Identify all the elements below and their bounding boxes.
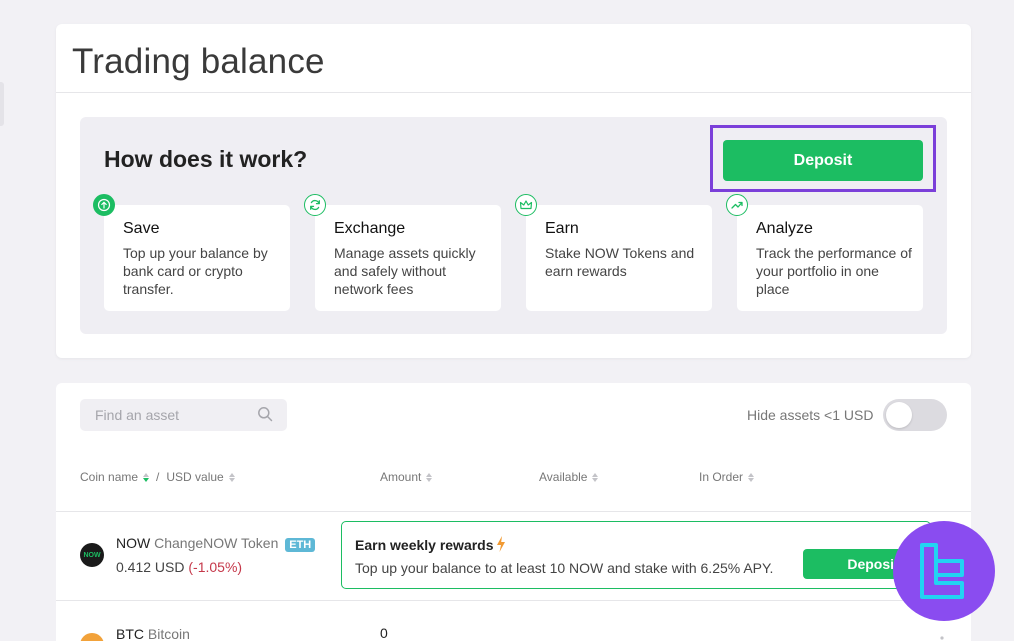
coin-ticker: NOW: [116, 535, 151, 551]
coin-logo-now: NOW: [80, 543, 104, 567]
page-title: Trading balance: [72, 42, 325, 81]
arrow-up-circle-icon: [93, 194, 115, 216]
trend-up-icon: [726, 194, 748, 216]
feature-title: Earn: [545, 220, 579, 237]
hide-small-assets-toggle[interactable]: [883, 399, 947, 431]
network-badge: ETH: [285, 538, 316, 552]
more-options-icon[interactable]: [940, 636, 944, 641]
feature-desc: Manage assets quickly and safely without…: [334, 245, 476, 297]
brand-logo-icon: [920, 543, 964, 599]
coin-name: BTC Bitcoin: [116, 626, 190, 641]
sort-icon[interactable]: [143, 472, 150, 482]
sort-icon: [592, 472, 599, 482]
column-header-amount[interactable]: Amount: [380, 470, 433, 484]
column-header-available[interactable]: Available: [539, 470, 599, 484]
feature-desc: Stake NOW Tokens and earn rewards: [545, 245, 695, 279]
header-divider: [56, 511, 971, 512]
toggle-knob: [886, 402, 912, 428]
sort-icon: [748, 472, 755, 482]
earn-rewards-promo: Earn weekly rewards Top up your balance …: [341, 521, 943, 589]
search-icon[interactable]: [257, 406, 273, 422]
deposit-button[interactable]: Deposit: [723, 140, 923, 181]
column-separator: /: [156, 470, 160, 484]
feature-card-analyze: Analyze Track the performance of your po…: [726, 194, 923, 311]
how-it-works-panel: How does it work? Deposit Save Top up yo…: [80, 117, 947, 334]
feature-desc: Track the performance of your portfolio …: [756, 245, 912, 297]
how-it-works-title: How does it work?: [104, 146, 308, 172]
feature-card-save: Save Top up your balance by bank card or…: [93, 194, 290, 311]
feature-title: Save: [123, 220, 160, 237]
side-edge-tab[interactable]: [0, 82, 4, 126]
column-in-order: In Order: [699, 470, 744, 484]
lightning-icon: [497, 536, 505, 552]
feature-title: Exchange: [334, 220, 406, 237]
asset-search-input[interactable]: [80, 399, 287, 431]
sort-icon[interactable]: [228, 472, 235, 482]
coin-ticker: BTC: [116, 626, 144, 641]
promo-desc: Top up your balance to at least 10 NOW a…: [355, 560, 774, 576]
trading-balance-card: Trading balance How does it work? Deposi…: [56, 24, 971, 358]
coin-amount: 0: [380, 625, 388, 641]
column-coin-name[interactable]: Coin name: [80, 470, 138, 484]
hide-small-assets-label: Hide assets <1 USD: [747, 407, 874, 423]
promo-title: Earn weekly rewards: [355, 537, 494, 553]
feature-card-exchange: Exchange Manage assets quickly and safel…: [304, 194, 501, 311]
title-divider: [56, 92, 971, 93]
coin-full-name: Bitcoin: [147, 626, 190, 641]
usd-value: 0.412 USD: [116, 559, 185, 575]
feature-title: Analyze: [756, 220, 813, 237]
column-amount: Amount: [380, 470, 422, 484]
feature-card-earn: Earn Stake NOW Tokens and earn rewards: [515, 194, 712, 311]
price-change: (-1.05%): [188, 559, 243, 575]
assets-card: Hide assets <1 USD Coin name / USD value…: [56, 383, 971, 641]
column-header-coin-usd: Coin name / USD value: [80, 470, 235, 484]
asset-search[interactable]: [80, 399, 287, 431]
coin-logo-btc: [80, 633, 104, 641]
coin-full-name: ChangeNOW Token: [154, 535, 279, 551]
crown-icon: [515, 194, 537, 216]
coin-logo-text: NOW: [83, 551, 101, 559]
sort-icon: [426, 472, 433, 482]
coin-name: NOW ChangeNOW Token ETH: [116, 535, 316, 552]
coin-usd-value: 0.412 USD (-1.05%): [116, 559, 242, 575]
column-usd-value[interactable]: USD value: [166, 470, 223, 484]
watermark-logo: [893, 521, 995, 621]
column-header-in-order[interactable]: In Order: [699, 470, 755, 484]
feature-desc: Top up your balance by bank card or cryp…: [123, 245, 268, 297]
refresh-icon: [304, 194, 326, 216]
row-divider: [56, 600, 971, 601]
column-available: Available: [539, 470, 588, 484]
